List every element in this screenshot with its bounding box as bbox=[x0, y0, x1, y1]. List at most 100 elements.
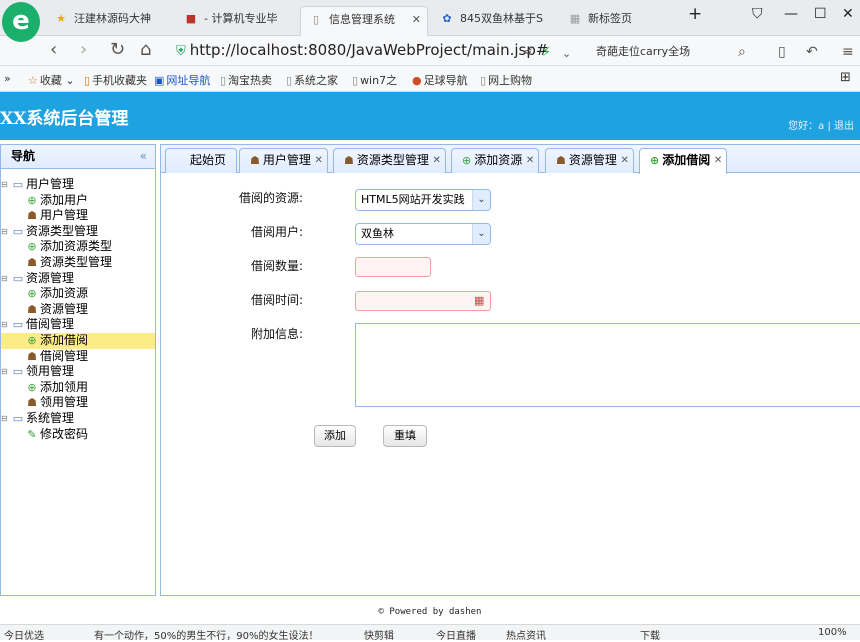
browser-tab-active[interactable]: ▯ 信息管理系统 ✕ bbox=[300, 6, 428, 36]
search-suggestion[interactable]: 奇葩走位carry全场 bbox=[596, 43, 690, 59]
menu-icon[interactable]: ≡ bbox=[842, 42, 854, 62]
extra-textarea[interactable] bbox=[355, 323, 860, 407]
bookmark-item[interactable]: ▯ 淘宝热卖 bbox=[220, 72, 272, 88]
close-icon[interactable]: ✕ bbox=[526, 149, 534, 172]
bookmark-item[interactable]: ▯ 手机收藏夹 bbox=[84, 72, 147, 88]
chevron-down-icon[interactable]: ⌄ bbox=[472, 224, 490, 244]
user-select[interactable]: 双鱼林 ⌄ bbox=[355, 223, 491, 245]
share-icon[interactable]: ⋖ bbox=[522, 43, 533, 63]
url-text: http://localhost:8080/JavaWebProject/mai… bbox=[189, 41, 549, 59]
page-tabs: 起始页 ☗ 用户管理 ✕ ☗ 资源类型管理 ✕ ⊕ 添加资源 ✕ ☗ 资源管理 ✕ ⊕ 添加借阅 ✕ bbox=[161, 145, 860, 174]
tree-item-add-user[interactable]: ⊕ 添加用户 bbox=[1, 193, 155, 209]
tree-item-change-password[interactable]: ✎ 修改密码 bbox=[1, 427, 155, 443]
tab-add-resource[interactable]: ⊕ 添加资源 ✕ bbox=[451, 148, 540, 173]
tree-group-label: 系统管理 bbox=[26, 410, 75, 425]
bookmark-item[interactable]: ● 足球导航 bbox=[412, 72, 468, 88]
forward-icon[interactable]: › bbox=[80, 40, 87, 60]
zoom-level[interactable]: 100% bbox=[818, 627, 847, 638]
tab-label: 资源类型管理 bbox=[356, 153, 429, 167]
bookmarks-toggle-icon[interactable]: » bbox=[4, 72, 11, 85]
browser-tab-5[interactable]: ▦ 新标签页 bbox=[560, 6, 680, 36]
resource-select[interactable]: HTML5网站开发实践 ⌄ bbox=[355, 189, 491, 211]
resource-select-value: HTML5网站开发实践 bbox=[361, 193, 465, 206]
browser-tab-2[interactable]: ■ - 计算机专业毕 bbox=[176, 6, 294, 36]
tree-group-resource-type[interactable]: ⊟ ▭ 资源类型管理 bbox=[1, 224, 155, 240]
bookmark-item[interactable]: ▯ win7之 bbox=[352, 72, 397, 88]
tree-group-user[interactable]: ⊟ ▭ 用户管理 bbox=[1, 177, 155, 193]
chevron-down-icon[interactable]: ⌄ bbox=[472, 190, 490, 210]
tree-item-add-resource-type[interactable]: ⊕ 添加资源类型 bbox=[1, 239, 155, 255]
search-icon[interactable]: ⌕ bbox=[738, 42, 746, 62]
calendar-icon[interactable]: ▦ bbox=[474, 294, 488, 308]
tab-start[interactable]: 起始页 bbox=[165, 148, 238, 173]
bookmark-item[interactable]: ▣ 网址导航 bbox=[154, 72, 210, 88]
user-info[interactable]: 您好：a | 退出 bbox=[788, 117, 854, 132]
tree-item-add-resource[interactable]: ⊕ 添加资源 bbox=[1, 286, 155, 302]
tree-item-claim-manage[interactable]: ☗ 领用管理 bbox=[1, 395, 155, 411]
maximize-icon[interactable]: ☐ bbox=[814, 6, 827, 22]
expand-toggle-icon[interactable]: ⊟ bbox=[1, 364, 10, 380]
tree-group-resource[interactable]: ⊟ ▭ 资源管理 bbox=[1, 271, 155, 287]
expand-toggle-icon[interactable]: ⊟ bbox=[1, 177, 10, 193]
tree-group-claim[interactable]: ⊟ ▭ 领用管理 bbox=[1, 364, 155, 380]
user-icon: ☗ bbox=[250, 154, 260, 167]
tree-item-borrow-manage[interactable]: ☗ 借阅管理 bbox=[1, 349, 155, 365]
tree-item-resource-manage[interactable]: ☗ 资源管理 bbox=[1, 302, 155, 318]
expand-toggle-icon[interactable]: ⊟ bbox=[1, 224, 10, 240]
bookmark-item[interactable]: ☆ 收藏 ⌄ bbox=[28, 72, 75, 88]
undo-icon[interactable]: ↶ bbox=[806, 42, 818, 62]
tree-group-label: 资源类型管理 bbox=[26, 223, 99, 238]
tree-item-label: 资源类型管理 bbox=[40, 254, 113, 269]
new-tab-button[interactable]: + bbox=[688, 4, 702, 24]
close-window-icon[interactable]: ✕ bbox=[842, 6, 854, 22]
tab-add-borrow[interactable]: ⊕ 添加借阅 ✕ bbox=[639, 148, 728, 174]
browser-tab-1[interactable]: ★ 汪建林源码大神 bbox=[46, 6, 170, 36]
add-icon: ⊕ bbox=[27, 193, 37, 207]
tree-item-user-manage[interactable]: ☗ 用户管理 bbox=[1, 208, 155, 224]
bookmark-item[interactable]: ▯ 系统之家 bbox=[286, 72, 338, 88]
home-icon[interactable]: ⌂ bbox=[140, 40, 151, 60]
refresh-icon[interactable]: ↻ bbox=[110, 40, 125, 60]
close-icon[interactable]: ✕ bbox=[433, 149, 441, 172]
minimize-icon[interactable]: — bbox=[784, 6, 798, 22]
count-input[interactable] bbox=[355, 257, 431, 277]
expand-toggle-icon[interactable]: ⊟ bbox=[1, 317, 10, 333]
time-input[interactable]: ▦ bbox=[355, 291, 491, 311]
shirt-icon[interactable]: ⛉ bbox=[752, 6, 763, 22]
browser-tab-label: 信息管理系统 bbox=[329, 13, 395, 26]
tree-group-label: 用户管理 bbox=[26, 177, 75, 191]
tree-item-label: 领用管理 bbox=[40, 395, 89, 410]
tree-group-borrow[interactable]: ⊟ ▭ 借阅管理 bbox=[1, 317, 155, 333]
close-icon[interactable]: ✕ bbox=[315, 149, 323, 172]
expand-toggle-icon[interactable]: ⊟ bbox=[1, 411, 10, 427]
phone-icon[interactable]: ▯ bbox=[778, 42, 786, 62]
tree-item-add-borrow[interactable]: ⊕ 添加借阅 bbox=[1, 332, 155, 349]
tab-label: 添加借阅 bbox=[662, 153, 711, 167]
reset-button[interactable]: 重填 bbox=[383, 425, 427, 447]
tree-item-add-claim[interactable]: ⊕ 添加领用 bbox=[1, 380, 155, 396]
tab-resource-type-manage[interactable]: ☗ 资源类型管理 ✕ bbox=[333, 148, 446, 173]
resource-label: 借阅的资源: bbox=[238, 191, 303, 205]
close-icon[interactable]: ✕ bbox=[621, 149, 629, 172]
add-button[interactable]: 添加 bbox=[314, 425, 356, 447]
tab-label: 用户管理 bbox=[262, 153, 311, 167]
mobile-icon: ▯ bbox=[84, 74, 91, 87]
apps-grid-icon[interactable]: ⊞ bbox=[840, 70, 851, 85]
sidebar-title: 导航 bbox=[11, 149, 36, 163]
tree-group-system[interactable]: ⊟ ▭ 系统管理 bbox=[1, 411, 155, 427]
monitor-icon: ▭ bbox=[12, 365, 24, 379]
tab-resource-manage[interactable]: ☗ 资源管理 ✕ bbox=[545, 148, 634, 173]
close-icon[interactable]: ✕ bbox=[714, 149, 722, 172]
tree-item-label: 添加资源 bbox=[40, 286, 89, 301]
collapse-icon[interactable]: « bbox=[140, 145, 147, 168]
expand-toggle-icon[interactable]: ⊟ bbox=[1, 271, 10, 287]
bookmark-item[interactable]: ▯ 网上购物 bbox=[480, 72, 532, 88]
tree-item-resource-type-manage[interactable]: ☗ 资源类型管理 bbox=[1, 255, 155, 271]
browser-tab-4[interactable]: ✿ 845双鱼林基于S bbox=[432, 6, 556, 36]
back-icon[interactable]: ‹ bbox=[50, 40, 57, 60]
lightning-icon[interactable]: ⚡ bbox=[542, 43, 551, 63]
close-icon[interactable]: ✕ bbox=[412, 7, 421, 33]
tab-user-manage[interactable]: ☗ 用户管理 ✕ bbox=[239, 148, 328, 173]
chevron-down-icon[interactable]: ⌄ bbox=[562, 44, 571, 64]
add-icon: ⊕ bbox=[27, 287, 37, 301]
